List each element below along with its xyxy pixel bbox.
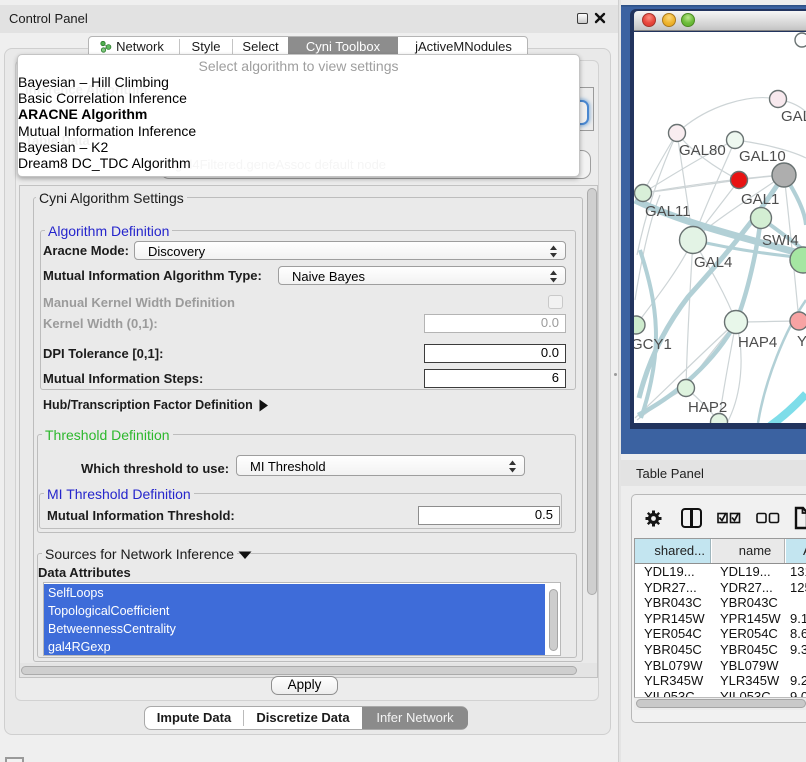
svg-text:GAL7: GAL7 [781, 108, 806, 125]
svg-text:Y: Y [797, 333, 806, 350]
svg-text:GAL4: GAL4 [694, 254, 732, 271]
svg-text:GAL10: GAL10 [739, 148, 786, 165]
svg-text:HAP2: HAP2 [688, 399, 727, 416]
svg-text:HAP4: HAP4 [738, 334, 777, 351]
svg-text:SWI4: SWI4 [762, 232, 799, 249]
svg-text:GAL11: GAL11 [645, 203, 691, 220]
svg-text:GCY1: GCY1 [634, 336, 672, 353]
svg-text:GAL80: GAL80 [679, 142, 726, 159]
svg-text:GAL1: GAL1 [741, 191, 779, 208]
